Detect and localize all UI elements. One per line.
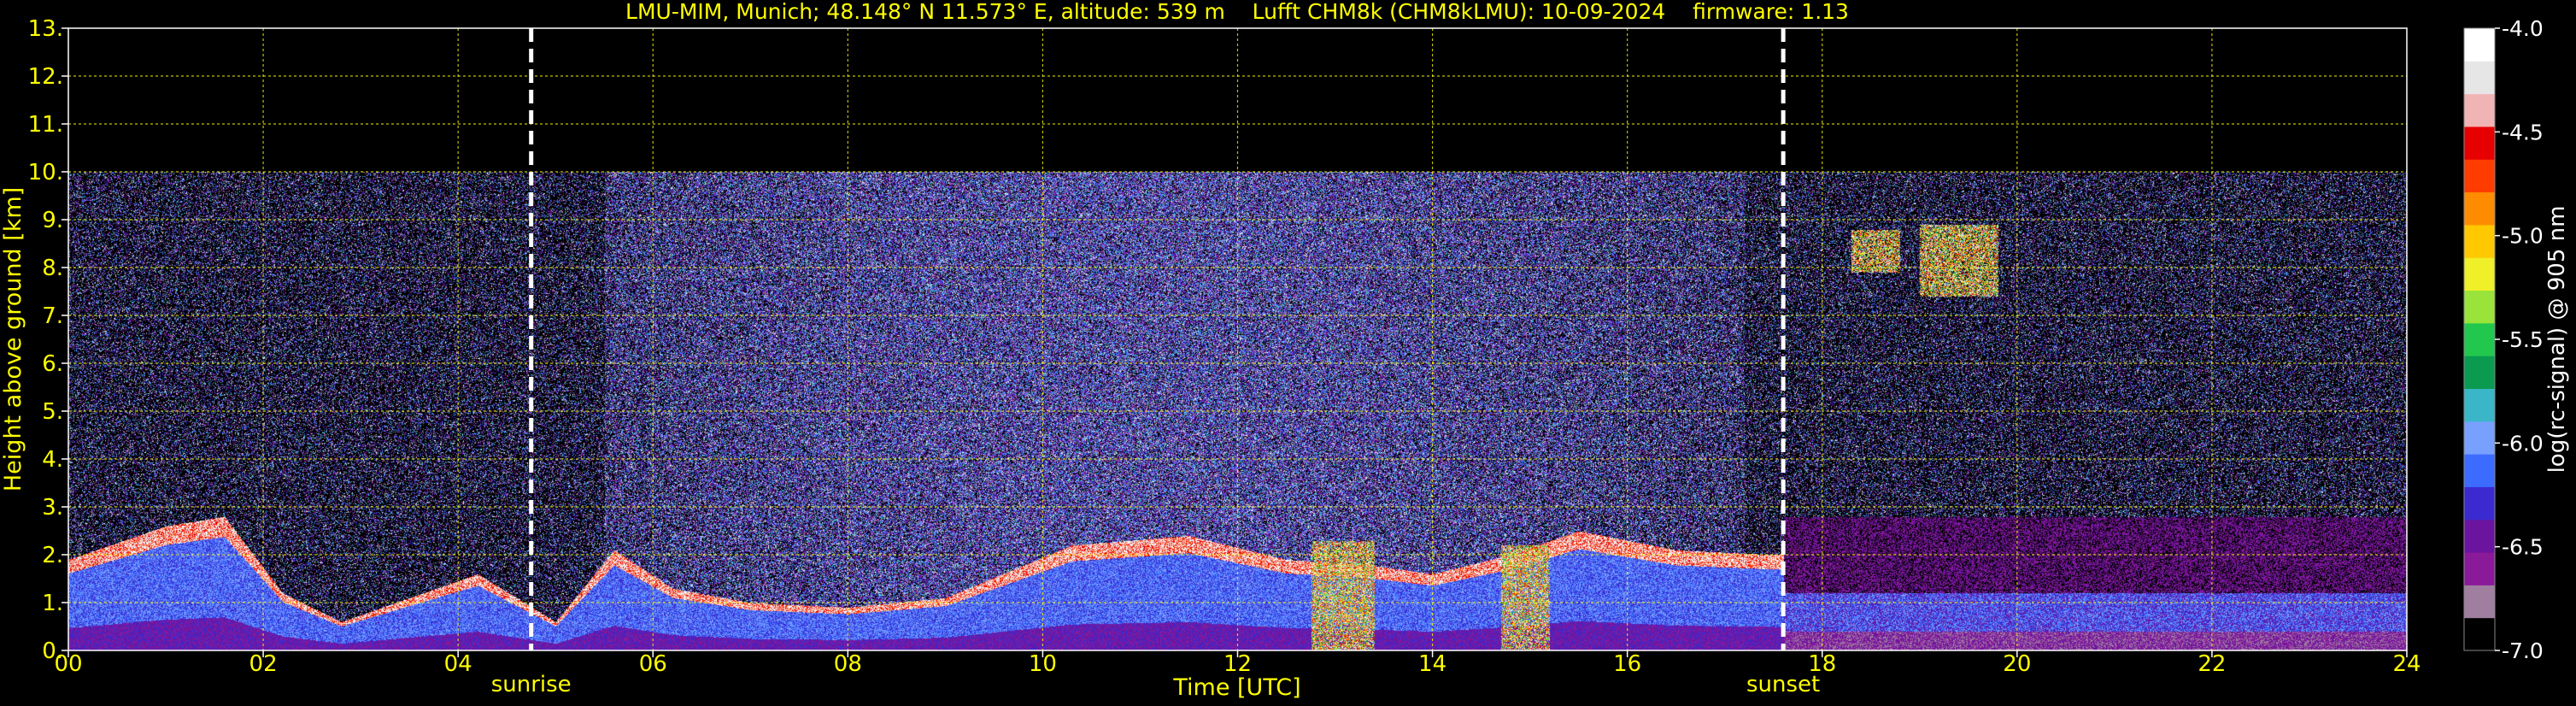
y-tick-label: 5. bbox=[42, 399, 63, 425]
x-tick-label: 02 bbox=[249, 651, 278, 677]
colorbar-segment bbox=[2464, 28, 2495, 62]
colorbar-segment bbox=[2464, 126, 2495, 160]
x-axis-label: Time [UTC] bbox=[1172, 674, 1300, 701]
y-tick-label: 3. bbox=[42, 495, 63, 521]
colorbar-tick-label: -5.0 bbox=[2502, 224, 2544, 249]
ceilometer-chart: LMU-MIM, Munich; 48.148° N 11.573° E, al… bbox=[0, 0, 2576, 706]
x-tick-label: 10 bbox=[1029, 651, 1057, 677]
y-tick-label: 2. bbox=[42, 543, 63, 568]
colorbar-segment bbox=[2464, 486, 2495, 521]
colorbar-segment bbox=[2464, 388, 2495, 422]
y-tick-label: 10. bbox=[28, 160, 63, 185]
colorbar-tick-label: -4.5 bbox=[2502, 120, 2544, 144]
x-tick-label: 00 bbox=[54, 651, 82, 677]
colorbar-tick-label: -6.5 bbox=[2502, 535, 2544, 560]
x-tick-label: 08 bbox=[834, 651, 862, 677]
colorbar-tick-label: -7.0 bbox=[2502, 638, 2544, 663]
x-tick-label: 12 bbox=[1223, 651, 1252, 677]
x-tick-label: 22 bbox=[2198, 651, 2226, 677]
colorbar-segment bbox=[2464, 322, 2495, 356]
colorbar-segment bbox=[2464, 61, 2495, 95]
y-tick-label: 12. bbox=[28, 64, 63, 90]
x-tick-label: 16 bbox=[1613, 651, 1641, 677]
colorbar-segment bbox=[2464, 519, 2495, 553]
colorbar-segment bbox=[2464, 356, 2495, 389]
colorbar-segment bbox=[2464, 585, 2495, 619]
sunrise-label: sunrise bbox=[491, 672, 572, 697]
y-tick-label: 13. bbox=[28, 16, 63, 42]
colorbar-tick-label: -5.5 bbox=[2502, 327, 2544, 352]
y-tick-label: 6. bbox=[42, 351, 63, 377]
colorbar-tick-label: -4.0 bbox=[2502, 16, 2544, 41]
y-tick-label: 9. bbox=[42, 208, 63, 233]
colorbar-segment bbox=[2464, 454, 2495, 487]
colorbar-segment bbox=[2464, 159, 2495, 193]
x-tick-label: 20 bbox=[2003, 651, 2031, 677]
y-axis-label: Height above ground [km] bbox=[0, 187, 26, 491]
x-tick-label: 14 bbox=[1418, 651, 1446, 677]
colorbar-label: log(rc-signal) @ 905 nm bbox=[2544, 206, 2570, 474]
colorbar-segment bbox=[2464, 93, 2495, 127]
x-tick-label: 18 bbox=[1808, 651, 1836, 677]
colorbar-segment bbox=[2464, 257, 2495, 291]
colorbar-segment bbox=[2464, 617, 2495, 651]
x-tick-label: 06 bbox=[639, 651, 667, 677]
colorbar-segment bbox=[2464, 290, 2495, 324]
colorbar-segment bbox=[2464, 552, 2495, 585]
y-tick-label: 8. bbox=[42, 256, 63, 281]
colorbar-segment bbox=[2464, 421, 2495, 455]
colorbar-tick-label: -6.0 bbox=[2502, 431, 2544, 456]
colorbar-segment bbox=[2464, 191, 2495, 226]
chart-title: LMU-MIM, Munich; 48.148° N 11.573° E, al… bbox=[625, 0, 1849, 24]
x-tick-label: 24 bbox=[2392, 651, 2421, 677]
y-tick-label: 4. bbox=[42, 447, 63, 473]
x-tick-label: 04 bbox=[444, 651, 472, 677]
y-tick-label: 7. bbox=[42, 303, 63, 329]
y-tick-label: 11. bbox=[28, 112, 63, 138]
y-tick-label: 1. bbox=[42, 591, 63, 616]
colorbar-segment bbox=[2464, 224, 2495, 258]
